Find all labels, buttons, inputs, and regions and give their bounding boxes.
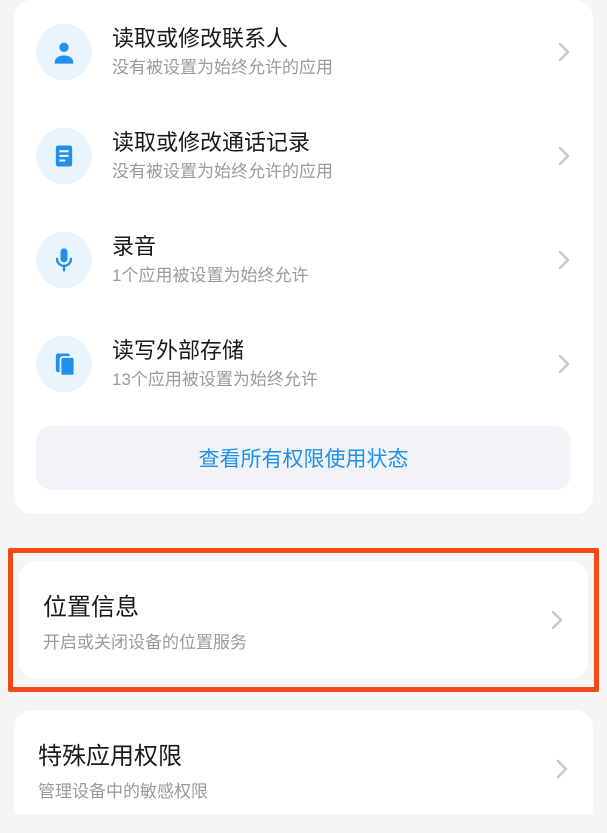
permission-title: 读写外部存储 [112, 337, 549, 366]
view-all-permissions-button[interactable]: 查看所有权限使用状态 [36, 426, 571, 490]
permission-subtitle: 没有被设置为始终允许的应用 [112, 57, 549, 79]
permission-row-contacts[interactable]: 读取或修改联系人 没有被设置为始终允许的应用 [36, 0, 571, 104]
highlight-frame: 位置信息 开启或关闭设备的位置服务 [8, 548, 599, 692]
permission-text: 读写外部存储 13个应用被设置为始终允许 [112, 337, 549, 392]
special-text: 特殊应用权限 管理设备中的敏感权限 [38, 736, 547, 802]
special-subtitle: 管理设备中的敏感权限 [38, 777, 547, 802]
permission-text: 读取或修改通话记录 没有被设置为始终允许的应用 [112, 129, 549, 184]
microphone-icon [36, 232, 92, 288]
special-title: 特殊应用权限 [38, 736, 547, 771]
permission-subtitle: 13个应用被设置为始终允许 [112, 369, 549, 391]
permission-title: 读取或修改通话记录 [112, 129, 549, 158]
chevron-right-icon [550, 608, 564, 632]
permissions-card: 读取或修改联系人 没有被设置为始终允许的应用 读取或修改通话记录 没有被设置为始… [14, 0, 593, 514]
view-all-label: 查看所有权限使用状态 [199, 443, 409, 473]
permission-row-storage[interactable]: 读写外部存储 13个应用被设置为始终允许 [36, 312, 571, 416]
chevron-right-icon [557, 144, 571, 168]
permission-row-microphone[interactable]: 录音 1个应用被设置为始终允许 [36, 208, 571, 312]
permission-subtitle: 没有被设置为始终允许的应用 [112, 161, 549, 183]
chevron-right-icon [557, 248, 571, 272]
permission-title: 读取或修改联系人 [112, 25, 549, 54]
permission-text: 录音 1个应用被设置为始终允许 [112, 233, 549, 288]
special-app-permissions-row[interactable]: 特殊应用权限 管理设备中的敏感权限 [14, 710, 593, 814]
call-log-icon [36, 128, 92, 184]
location-subtitle: 开启或关闭设备的位置服务 [43, 628, 542, 653]
storage-icon [36, 336, 92, 392]
chevron-right-icon [557, 40, 571, 64]
chevron-right-icon [557, 352, 571, 376]
location-services-row[interactable]: 位置信息 开启或关闭设备的位置服务 [19, 561, 588, 679]
contacts-icon [36, 24, 92, 80]
permission-title: 录音 [112, 233, 549, 262]
location-text: 位置信息 开启或关闭设备的位置服务 [43, 587, 542, 653]
permission-text: 读取或修改联系人 没有被设置为始终允许的应用 [112, 25, 549, 80]
chevron-right-icon [555, 757, 569, 781]
permission-subtitle: 1个应用被设置为始终允许 [112, 265, 549, 287]
permission-row-call-log[interactable]: 读取或修改通话记录 没有被设置为始终允许的应用 [36, 104, 571, 208]
location-title: 位置信息 [43, 587, 542, 622]
